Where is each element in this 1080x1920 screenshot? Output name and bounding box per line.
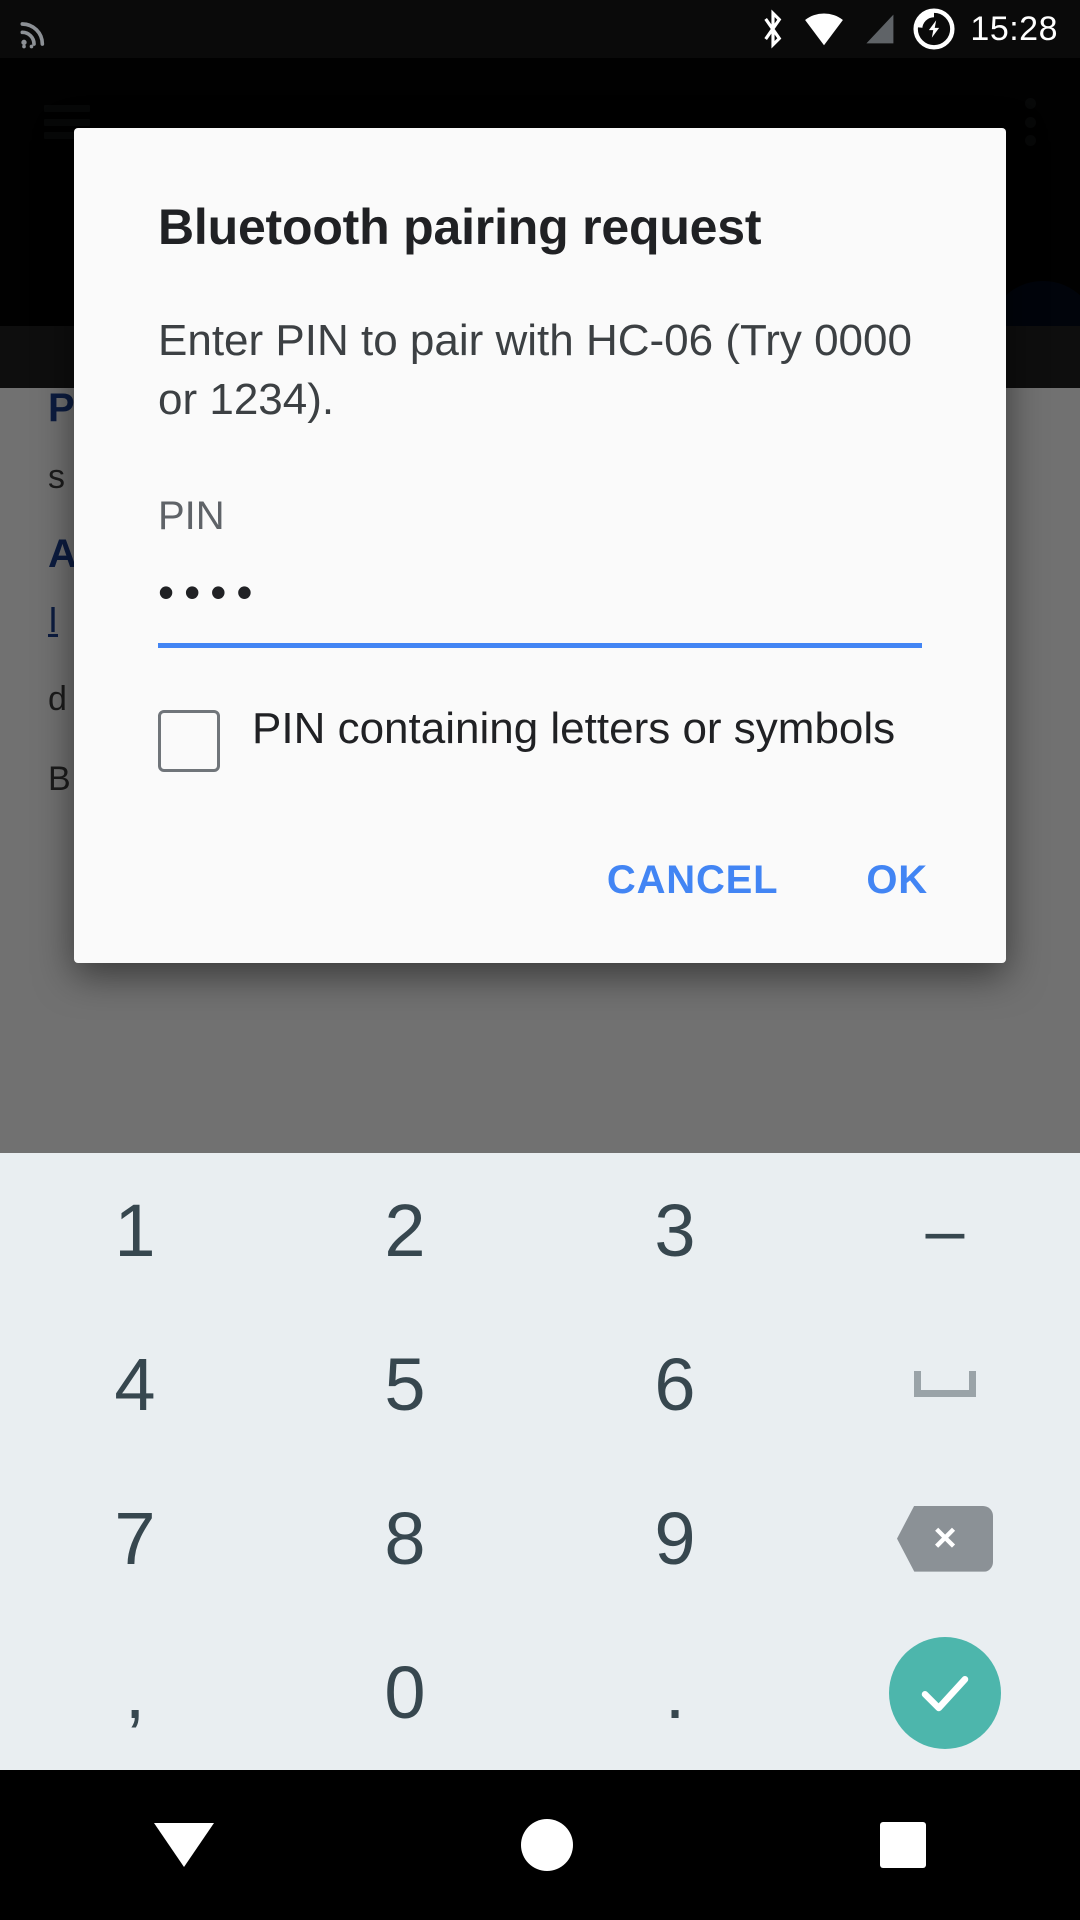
navigation-bar	[0, 1770, 1080, 1920]
key-1[interactable]: 1	[0, 1153, 270, 1307]
dialog-actions: CANCEL OK	[74, 840, 1006, 963]
dialog-message: Enter PIN to pair with HC-06 (Try 0000 o…	[158, 316, 912, 425]
pin-input[interactable]: ••••	[158, 565, 922, 621]
status-bar: 15:28	[0, 0, 1080, 58]
key-9[interactable]: 9	[540, 1462, 810, 1616]
bluetooth-pairing-dialog: Bluetooth pairing request Enter PIN to p…	[74, 128, 1006, 963]
key-3[interactable]: 3	[540, 1153, 810, 1307]
pin-alphanumeric-checkbox-label: PIN containing letters or symbols	[252, 703, 896, 753]
backspace-icon: ×	[897, 1505, 993, 1572]
bluetooth-icon	[764, 9, 782, 49]
key-5[interactable]: 5	[270, 1307, 540, 1461]
key-2[interactable]: 2	[270, 1153, 540, 1307]
space-icon	[914, 1371, 976, 1398]
key-dash[interactable]: –	[810, 1153, 1080, 1307]
key-period[interactable]: .	[540, 1616, 810, 1770]
home-circle-icon[interactable]	[520, 1819, 573, 1871]
cast-icon	[20, 22, 45, 49]
key-8[interactable]: 8	[270, 1462, 540, 1616]
cancel-button[interactable]: CANCEL	[593, 840, 792, 921]
pin-input-underline	[158, 642, 922, 648]
status-bar-clock: 15:28	[970, 9, 1058, 48]
wifi-icon	[805, 13, 844, 46]
numeric-keypad: 1 2 3– 4 5 6 7 8 9 ×, 0.	[0, 1153, 1080, 1770]
cellular-signal-icon	[866, 14, 894, 44]
battery-charging-icon	[913, 8, 955, 50]
key-backspace[interactable]: ×	[810, 1462, 1080, 1616]
android-screen: P s A I d B	[0, 0, 1080, 1920]
status-bar-right: 15:28	[758, 7, 1080, 51]
key-6[interactable]: 6	[540, 1307, 810, 1461]
dialog-title: Bluetooth pairing request	[158, 199, 762, 255]
pin-alphanumeric-checkbox-row[interactable]: PIN containing letters or symbols	[158, 696, 922, 772]
key-space[interactable]	[810, 1307, 1080, 1461]
pin-alphanumeric-checkbox[interactable]	[158, 709, 220, 772]
key-4[interactable]: 4	[0, 1307, 270, 1461]
ok-button[interactable]: OK	[852, 840, 942, 921]
pin-field-label: PIN	[158, 493, 225, 538]
enter-check-icon	[889, 1636, 1001, 1749]
key-0[interactable]: 0	[270, 1616, 540, 1770]
recents-square-icon[interactable]	[880, 1822, 927, 1868]
key-7[interactable]: 7	[0, 1462, 270, 1616]
back-triangle-icon[interactable]	[153, 1823, 214, 1867]
key-enter[interactable]	[810, 1616, 1080, 1770]
key-comma[interactable]: ,	[0, 1616, 270, 1770]
status-bar-left	[0, 9, 60, 49]
